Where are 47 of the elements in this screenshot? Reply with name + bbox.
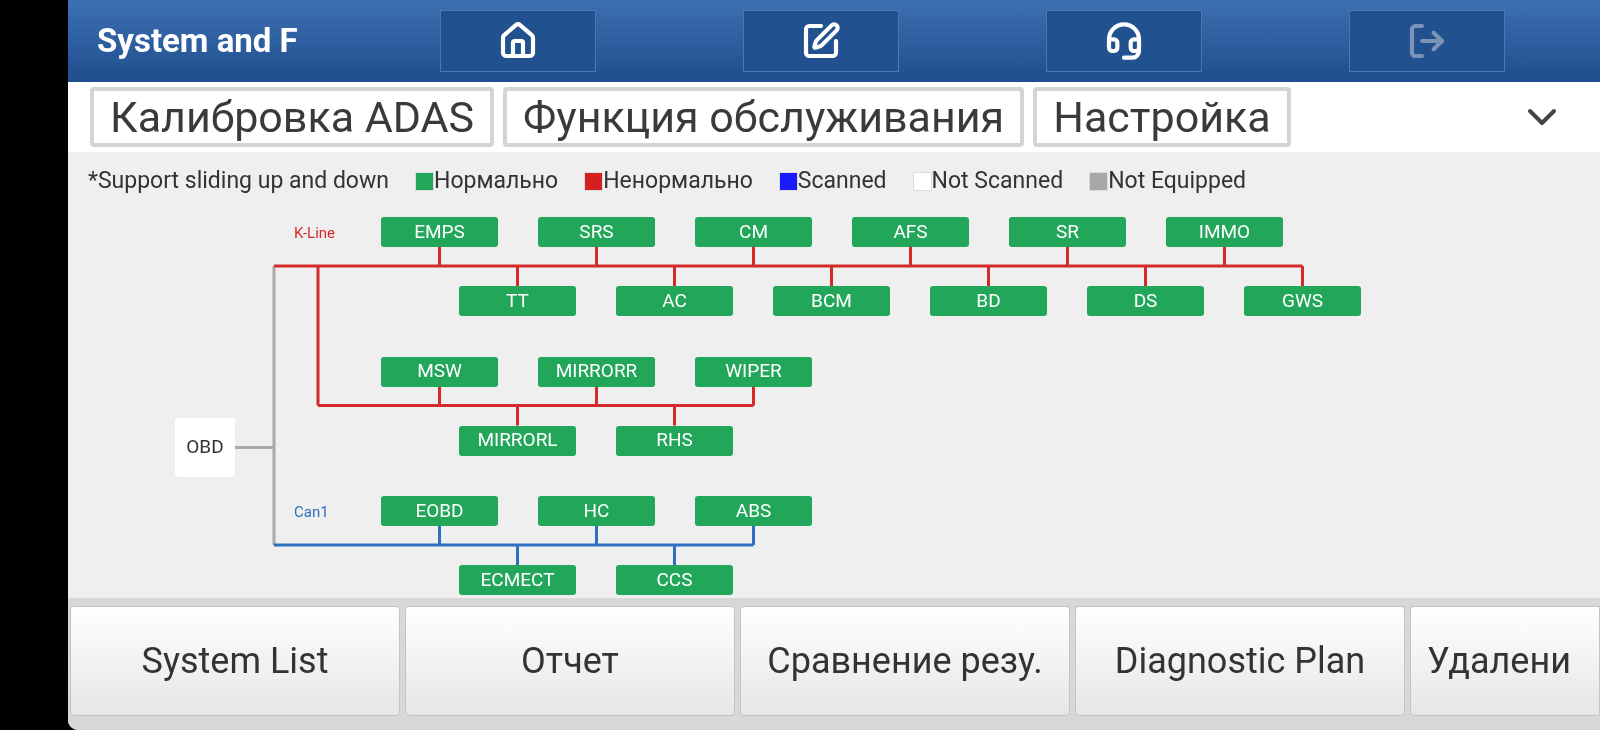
module-node[interactable]: MSW [381,356,498,387]
module-node[interactable]: SRS [538,217,655,247]
module-node[interactable]: MIRRORR [538,356,655,387]
legend-label: Нормально [434,165,559,196]
module-node[interactable]: AFS [852,217,969,247]
legend-label: Not Equipped [1108,165,1247,196]
module-node[interactable]: ABS [695,496,812,526]
module-node[interactable]: DS [1087,286,1204,316]
module-node[interactable]: WIPER [695,356,812,387]
module-node[interactable]: BCM [773,286,890,316]
header-button[interactable] [743,10,899,72]
module-node[interactable]: IMMO [1166,217,1283,247]
action-button[interactable]: Отчет [405,606,735,716]
headset-icon [1104,21,1144,61]
menu-tab[interactable]: Калибровка ADAS [90,87,495,147]
legend-label: Ненормально [603,165,753,196]
module-node[interactable]: AC [616,286,733,316]
module-node[interactable]: HC [538,496,655,526]
module-node[interactable]: ECMECT [459,565,576,595]
legend-note: *Support sliding up and down [88,165,389,196]
module-node[interactable]: BD [930,286,1047,316]
action-button[interactable]: System List [70,606,400,716]
module-node[interactable]: EMPS [381,217,498,247]
module-node[interactable]: RHS [616,425,733,456]
module-node[interactable]: MIRRORL [459,425,576,456]
module-node[interactable]: CCS [616,565,733,595]
header-button[interactable] [440,10,596,72]
action-button[interactable]: Diagnostic Plan [1075,606,1405,716]
module-node[interactable]: SR [1009,217,1126,247]
module-node[interactable]: TT [459,286,576,316]
module-node[interactable]: GWS [1244,286,1361,316]
menu-tab[interactable]: Настройка [1033,87,1291,147]
header-button[interactable] [1046,10,1202,72]
obd-node[interactable]: OBD [175,418,235,477]
legend-label: Scanned [797,165,887,196]
module-node[interactable]: EOBD [381,496,498,526]
legend-label: Not Scanned [931,165,1064,196]
action-button[interactable]: Сравнение резу. [740,606,1070,716]
bus-label: K-Line [294,223,336,244]
home-icon [498,21,538,61]
module-node[interactable]: CM [695,217,812,247]
edit-icon [801,21,841,61]
bus-label: Can1 [294,502,329,523]
screen-title: System and F [97,20,299,63]
action-button[interactable]: Удалени [1410,606,1600,716]
exit-icon [1407,21,1447,61]
menu-tab[interactable]: Функция обслуживания [503,87,1025,147]
